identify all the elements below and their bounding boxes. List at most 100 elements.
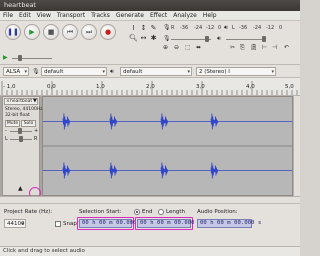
pause-icon: ❚❚: [7, 27, 19, 36]
pan-knob[interactable]: [19, 136, 23, 142]
undo-icon[interactable]: ↶: [284, 44, 289, 51]
waveform-svg: [43, 113, 292, 179]
end-label: End: [142, 209, 153, 215]
gain-minus-label: -: [5, 128, 7, 134]
menu-transport[interactable]: Transport: [57, 12, 85, 19]
menu-help[interactable]: Help: [203, 12, 217, 19]
menu-tracks[interactable]: Tracks: [91, 12, 110, 19]
track-name: heartbeat: [10, 99, 33, 104]
solo-button[interactable]: Solo: [21, 120, 36, 127]
menu-effect[interactable]: Effect: [150, 12, 167, 19]
zoom-in-icon[interactable]: ⊕: [163, 44, 168, 51]
playback-meter-scale-36: -36: [239, 25, 248, 31]
chevron-down-icon: ▾: [271, 69, 274, 75]
record-meter-label: R: [171, 25, 175, 31]
title-bar: heartbeat: [0, 0, 300, 11]
timeshift-tool-icon[interactable]: ↔: [139, 34, 148, 43]
track-menu-chevron-icon[interactable]: ▼: [33, 98, 37, 104]
heartbeat-spike: [62, 113, 71, 130]
playback-meter-scale-12: -12: [266, 25, 275, 31]
audio-host-value: ALSA: [6, 69, 21, 75]
play-speed-knob[interactable]: [18, 55, 22, 61]
record-meter-scale-24: -24: [194, 25, 203, 31]
stop-icon: ■: [47, 27, 55, 36]
selection-start-label: Selection Start:: [79, 209, 122, 215]
heartbeat-spike: [210, 113, 219, 130]
playback-meter-scale-0: 0: [279, 25, 283, 31]
pause-button[interactable]: ❚❚: [5, 24, 21, 40]
speaker-volume-icon: 🔊︎: [217, 35, 221, 42]
draw-tool-icon[interactable]: ✎: [149, 24, 158, 33]
cut-icon[interactable]: ✂: [230, 44, 235, 51]
gain-knob[interactable]: [18, 128, 22, 134]
paste-icon[interactable]: 📋︎: [250, 44, 258, 51]
stop-button[interactable]: ■: [43, 24, 59, 40]
timeline-ruler[interactable]: - 1,0 0,0 1,0 2,0 3,0 4,0 5,0: [0, 78, 300, 96]
selection-start-time[interactable]: 00 h 00 m 00.000 s: [79, 219, 143, 228]
record-meter-scale-36: -36: [180, 25, 189, 31]
gain-plus-label: +: [34, 128, 39, 134]
vertical-scrollbar[interactable]: [293, 96, 300, 196]
heartbeat-spike: [160, 113, 169, 130]
silence-icon[interactable]: ⊣: [272, 44, 277, 51]
mic-volume-icon: 🎙︎: [163, 35, 171, 42]
fit-selection-icon[interactable]: ⬚: [185, 44, 191, 51]
audio-host-select[interactable]: ALSA ▾: [3, 67, 29, 76]
snap-to-checkbox[interactable]: [55, 221, 61, 227]
menu-analyze[interactable]: Analyze: [173, 12, 197, 19]
chevron-down-icon: ▾: [24, 69, 27, 75]
speaker-icon: 🔊︎: [110, 68, 114, 75]
record-button[interactable]: ●: [100, 24, 116, 40]
record-meter-scale-12: -12: [206, 25, 215, 31]
recording-device-select[interactable]: default ▾: [41, 67, 107, 76]
playback-device-select[interactable]: default ▾: [120, 67, 192, 76]
ruler-label: 1,0: [96, 84, 105, 90]
status-bar: Click and drag to select audio: [0, 246, 300, 256]
track-format: Stereo, 44100Hz: [5, 107, 43, 112]
close-track-icon[interactable]: ×: [6, 99, 10, 104]
play-button[interactable]: ▶: [24, 24, 40, 40]
playback-volume-knob[interactable]: [262, 36, 266, 42]
pan-right-label: R: [34, 136, 38, 142]
menu-file[interactable]: File: [3, 12, 13, 19]
menu-edit[interactable]: Edit: [19, 12, 31, 19]
zoom-tool-icon[interactable]: 🔍︎: [129, 34, 138, 43]
envelope-tool-icon[interactable]: ↕: [139, 24, 148, 33]
record-meter-icon[interactable]: 🎙︎: [163, 24, 171, 31]
playback-meter-icon[interactable]: 🔊︎: [224, 24, 228, 31]
track-control-panel[interactable]: × heartbeat ▼ Stereo, 44100Hz 32-bit flo…: [2, 96, 43, 196]
play-icon: ▶: [29, 27, 35, 36]
record-volume-knob[interactable]: [205, 36, 209, 42]
waveform-display[interactable]: [42, 96, 293, 196]
recording-channels-value: 2 (Stereo) I: [199, 69, 230, 75]
recording-channels-select[interactable]: 2 (Stereo) I ▾: [196, 67, 276, 76]
length-radio[interactable]: [158, 209, 164, 215]
main-toolbar: ❚❚ ▶ ■ ⏮ ⏭ ● I ↕ 🔍︎ ↔ ✎ ✱ 🎙︎ R -36 -24 -12 0 …: [0, 21, 300, 65]
multi-tool-icon[interactable]: ✱: [149, 34, 158, 43]
track-bit-depth: 32-bit float: [5, 113, 30, 118]
copy-icon[interactable]: ⎘: [240, 44, 245, 51]
heartbeat-spike: [160, 162, 169, 179]
menu-view[interactable]: View: [37, 12, 51, 19]
status-text: Click and drag to select audio: [3, 248, 85, 254]
selection-end-time[interactable]: 00 h 00 m 00.000 s: [137, 219, 201, 228]
play-at-speed-icon[interactable]: ▶: [3, 54, 8, 61]
collapse-track-icon[interactable]: ▲: [18, 185, 23, 192]
chevron-down-icon: ▾: [187, 69, 190, 75]
skip-end-button[interactable]: ⏭: [81, 24, 97, 40]
zoom-out-icon[interactable]: ⊖: [174, 44, 179, 51]
selection-tool-icon[interactable]: I: [129, 24, 138, 33]
chevron-down-icon: ▾: [102, 69, 105, 75]
project-rate-select[interactable]: 44100 ▾: [4, 219, 26, 228]
end-radio[interactable]: [134, 209, 140, 215]
skip-start-button[interactable]: ⏮: [62, 24, 78, 40]
record-icon: ●: [104, 27, 112, 36]
playback-volume-slider[interactable]: [226, 39, 266, 40]
menu-generate[interactable]: Generate: [116, 12, 144, 19]
fit-project-icon[interactable]: ⬌: [196, 44, 201, 51]
playback-device-value: default: [123, 69, 143, 75]
ruler-label: 2,0: [146, 84, 155, 90]
horizontal-scrollbar[interactable]: [0, 196, 300, 203]
mute-button[interactable]: Mute: [5, 120, 20, 127]
trim-icon[interactable]: ⊢: [262, 44, 267, 51]
